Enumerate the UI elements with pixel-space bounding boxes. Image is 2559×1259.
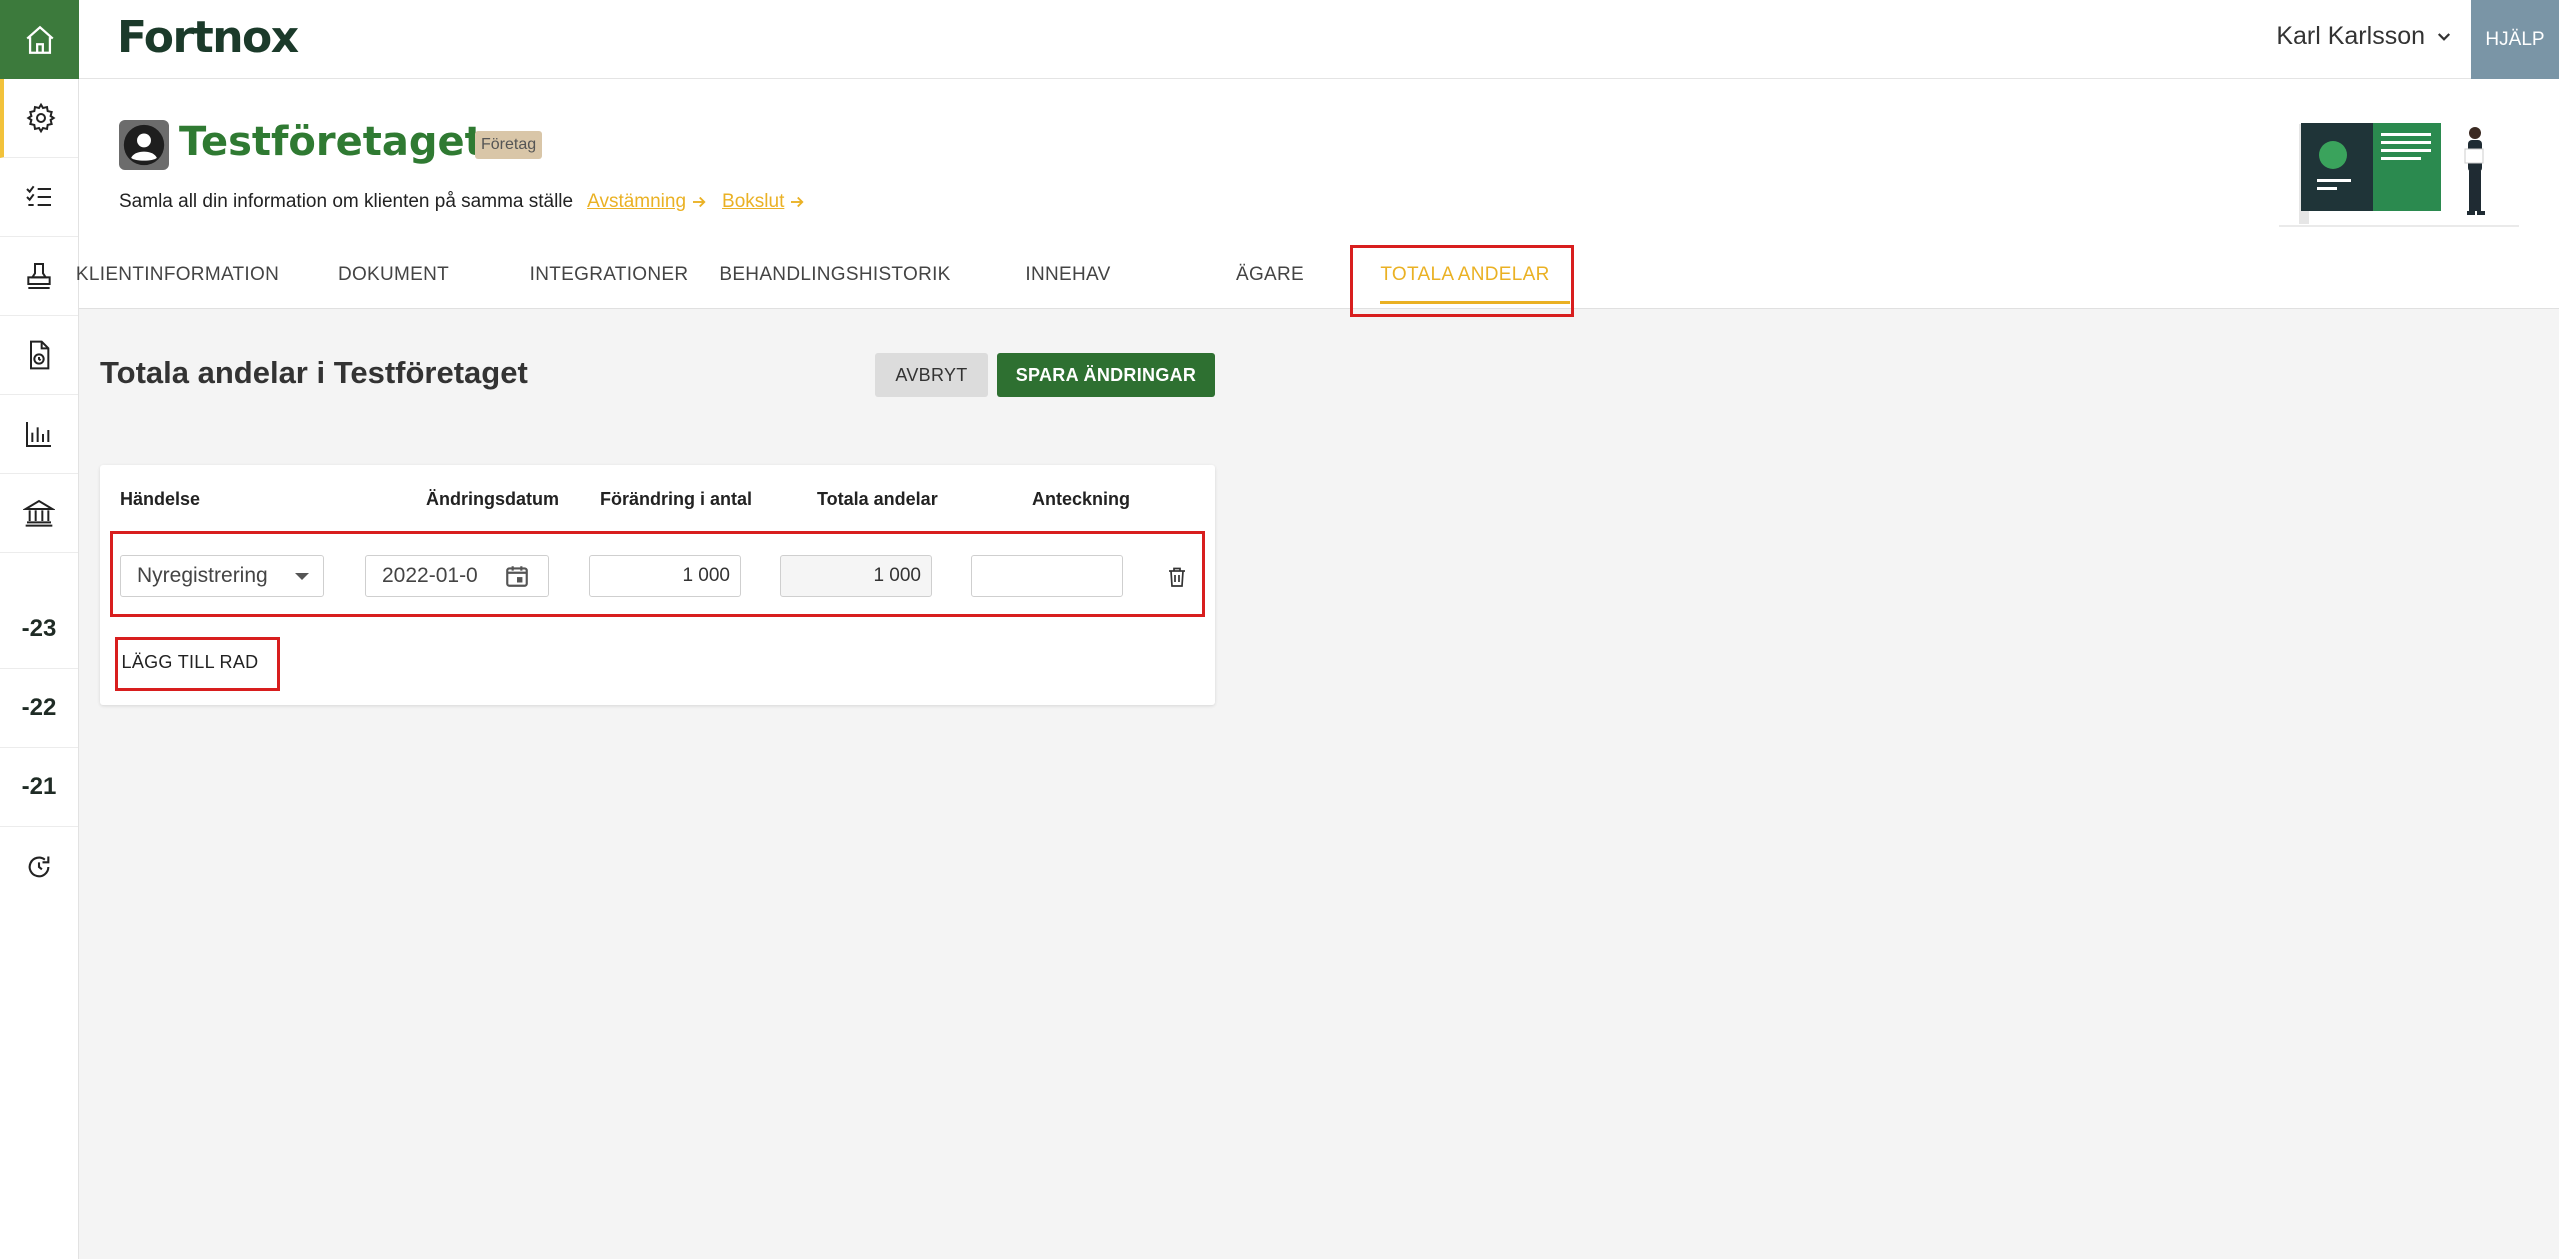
client-subtitle: Samla all din information om klienten på… (119, 191, 806, 213)
header-illustration (2279, 123, 2519, 227)
shares-card: Händelse Ändringsdatum Förändring i anta… (100, 465, 1215, 705)
gear-icon (26, 102, 56, 134)
rail-year-22[interactable]: -22 (0, 669, 78, 748)
arrow-right-icon (693, 196, 706, 208)
note-input[interactable] (971, 555, 1123, 597)
bar-chart-icon (26, 422, 51, 447)
closing-link-label: Bokslut (722, 191, 785, 212)
document-clock-icon (30, 340, 50, 370)
cancel-button[interactable]: AVBRYT (875, 353, 988, 397)
tab-klientinformation[interactable]: KLIENTINFORMATION (76, 240, 279, 310)
client-tabs: KLIENTINFORMATION DOKUMENT INTEGRATIONER… (76, 240, 2559, 310)
rail-checklist[interactable] (0, 158, 78, 237)
rail-stamp[interactable] (0, 237, 78, 316)
column-header-total: Totala andelar (817, 489, 938, 509)
reconciliation-link[interactable]: Avstämning (587, 191, 708, 213)
add-row-button[interactable]: LÄGG TILL RAD (120, 640, 260, 684)
user-name: Karl Karlsson (2276, 22, 2425, 50)
tab-integrationer[interactable]: INTEGRATIONER (530, 240, 688, 310)
tab-behandlingshistorik[interactable]: BEHANDLINGSHISTORIK (719, 240, 950, 310)
column-header-change: Förändring i antal (600, 489, 753, 509)
delete-row-button[interactable] (1163, 562, 1191, 592)
reconciliation-link-label: Avstämning (587, 191, 687, 212)
year-label: -22 (21, 694, 57, 721)
top-bar: Fortnox Karl Karlsson HJÄLP (79, 0, 2559, 79)
rail-reports[interactable] (0, 395, 78, 474)
closing-link[interactable]: Bokslut (722, 191, 806, 213)
page-title: Totala andelar i Testföretaget (100, 355, 528, 390)
rail-year-21[interactable]: -21 (0, 748, 78, 827)
column-header-date: Ändringsdatum (426, 489, 559, 509)
company-type-badge: Företag (475, 131, 543, 159)
rail-bank[interactable] (0, 474, 78, 553)
date-field-value: 2022-01-0 (382, 564, 478, 587)
rail-history[interactable] (0, 827, 78, 906)
rail-document[interactable] (0, 316, 78, 395)
home-button[interactable] (0, 0, 79, 79)
client-avatar (119, 120, 169, 170)
year-label: -23 (21, 615, 57, 642)
column-header-event: Händelse (120, 489, 201, 509)
change-quantity-input[interactable]: 1 000 (589, 555, 741, 597)
checklist-icon (26, 185, 51, 206)
user-circle-icon (123, 124, 165, 166)
company-name: Testföretaget (179, 119, 484, 165)
calendar-icon[interactable] (504, 563, 530, 589)
rail-year-23[interactable]: -23 (0, 590, 78, 669)
help-button[interactable]: HJÄLP (2471, 0, 2559, 79)
subtitle-text: Samla all din information om klienten på… (119, 191, 574, 212)
stamp-icon (27, 263, 51, 289)
year-label: -21 (21, 773, 57, 800)
event-select-value: Nyregistrering (137, 564, 268, 587)
caret-down-icon (295, 572, 309, 580)
home-icon (25, 25, 54, 54)
date-field[interactable]: 2022-01-0 (365, 555, 549, 597)
tab-innehav[interactable]: INNEHAV (1013, 240, 1123, 310)
bank-icon (23, 499, 55, 527)
tab-dokument[interactable]: DOKUMENT (338, 240, 449, 310)
fortnox-logo[interactable]: Fortnox (117, 12, 299, 63)
tab-totala-andelar[interactable]: TOTALA ANDELAR (1350, 240, 1580, 310)
save-changes-button[interactable]: SPARA ÄNDRINGAR (997, 353, 1215, 397)
refresh-clock-icon (28, 856, 50, 877)
user-menu[interactable]: Karl Karlsson (2276, 22, 2453, 51)
column-header-note: Anteckning (1032, 489, 1131, 509)
event-select[interactable]: Nyregistrering (120, 555, 324, 597)
total-shares-field: 1 000 (780, 555, 932, 597)
left-rail: -23 -22 -21 (0, 0, 79, 1259)
trash-icon (1169, 567, 1185, 587)
rail-settings[interactable] (0, 79, 78, 158)
arrow-right-icon (791, 196, 804, 208)
chevron-down-icon (2437, 32, 2451, 41)
tab-agare[interactable]: ÄGARE (1220, 240, 1320, 310)
